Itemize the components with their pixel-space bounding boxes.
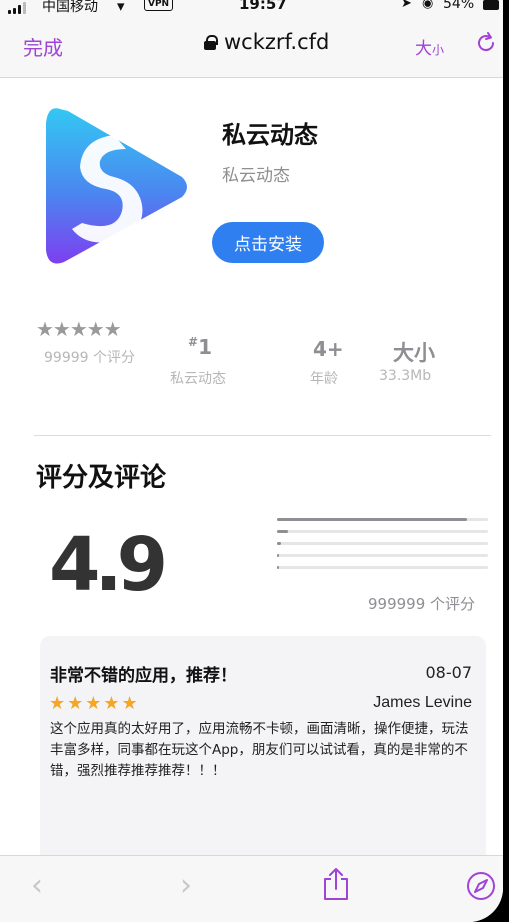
- done-button[interactable]: 完成: [23, 32, 63, 61]
- reload-icon[interactable]: [474, 31, 498, 55]
- rating-bar-5-star: [277, 518, 488, 521]
- url-text: wckzrf.cfd: [224, 30, 330, 54]
- chart-rank: #1: [188, 335, 212, 359]
- rating-distribution: [277, 518, 488, 578]
- carrier-label: 中国移动: [42, 0, 98, 15]
- age-rating: 4+: [313, 337, 344, 361]
- rating-bar-fill: [277, 566, 280, 569]
- share-icon[interactable]: [321, 867, 351, 901]
- rating-bar-3-star: [277, 542, 488, 545]
- battery-icon: [483, 0, 499, 10]
- rating-bar-fill: [277, 530, 288, 533]
- phone-screen: 中国移动 ▾ VPN 19:57 ➤ ◉ 54% 完成 wckzrf.cfd 大…: [0, 0, 503, 922]
- app-title: 私云动态: [222, 121, 318, 149]
- back-chevron-icon[interactable]: ‹: [31, 868, 43, 903]
- text-size-button[interactable]: 大小: [415, 34, 444, 59]
- divider: [34, 435, 491, 436]
- rotation-lock-icon: ◉: [422, 0, 434, 11]
- rank-label: 私云动态: [170, 371, 226, 387]
- rank-value: 1: [198, 335, 212, 359]
- rating-bar-4-star: [277, 530, 488, 533]
- compass-icon[interactable]: [466, 871, 496, 901]
- size-title: 大小: [393, 341, 435, 365]
- review-title: 非常不错的应用，推荐！: [50, 666, 237, 686]
- review-card[interactable]: 非常不错的应用，推荐！ 08-07 ★★★★★ James Levine 这个应…: [40, 636, 486, 876]
- review-body: 这个应用真的太好用了，应用流畅不卡顿，画面清晰，操作便捷，玩法丰富多样，同事都在…: [50, 721, 469, 779]
- size-value: 33.3Mb: [379, 368, 432, 384]
- signal-icon: [8, 2, 26, 14]
- rating-stars: ★★★★★: [36, 317, 122, 341]
- rank-hash: #: [188, 335, 199, 349]
- rating-bar-1-star: [277, 566, 488, 569]
- forward-chevron-icon[interactable]: ›: [180, 868, 192, 903]
- browser-top-bar: 完成 wckzrf.cfd 大小: [0, 16, 503, 78]
- review-date: 08-07: [425, 663, 473, 682]
- ratings-section-title: 评分及评论: [36, 463, 167, 493]
- rating-bar-fill: [277, 554, 280, 557]
- rating-bar-2-star: [277, 554, 488, 557]
- status-bar: 中国移动 ▾ VPN 19:57 ➤ ◉ 54%: [0, 0, 503, 16]
- rating-bar-fill: [277, 518, 467, 521]
- address-bar[interactable]: wckzrf.cfd: [204, 30, 329, 54]
- browser-bottom-bar: ‹ ›: [0, 855, 503, 922]
- location-icon: ➤: [401, 0, 412, 11]
- ratings-count: 99999 个评分: [44, 350, 135, 366]
- wifi-icon: ▾: [117, 0, 125, 15]
- vpn-badge: VPN: [144, 0, 174, 11]
- text-size-big-label: 大: [415, 39, 432, 59]
- total-ratings: 999999 个评分: [368, 595, 476, 613]
- app-subtitle: 私云动态: [222, 166, 290, 186]
- lock-icon: [204, 34, 218, 50]
- clock: 19:57: [239, 0, 287, 13]
- battery-percent: 54%: [443, 0, 475, 12]
- review-author: James Levine: [373, 694, 472, 711]
- age-label: 年龄: [310, 371, 338, 387]
- install-button[interactable]: 点击安装: [212, 222, 324, 263]
- text-size-small-label: 小: [432, 43, 445, 57]
- app-icon: [46, 108, 187, 264]
- rating-bar-fill: [277, 542, 282, 545]
- review-stars: ★★★★★: [49, 693, 140, 714]
- average-score: 4.9: [49, 522, 168, 608]
